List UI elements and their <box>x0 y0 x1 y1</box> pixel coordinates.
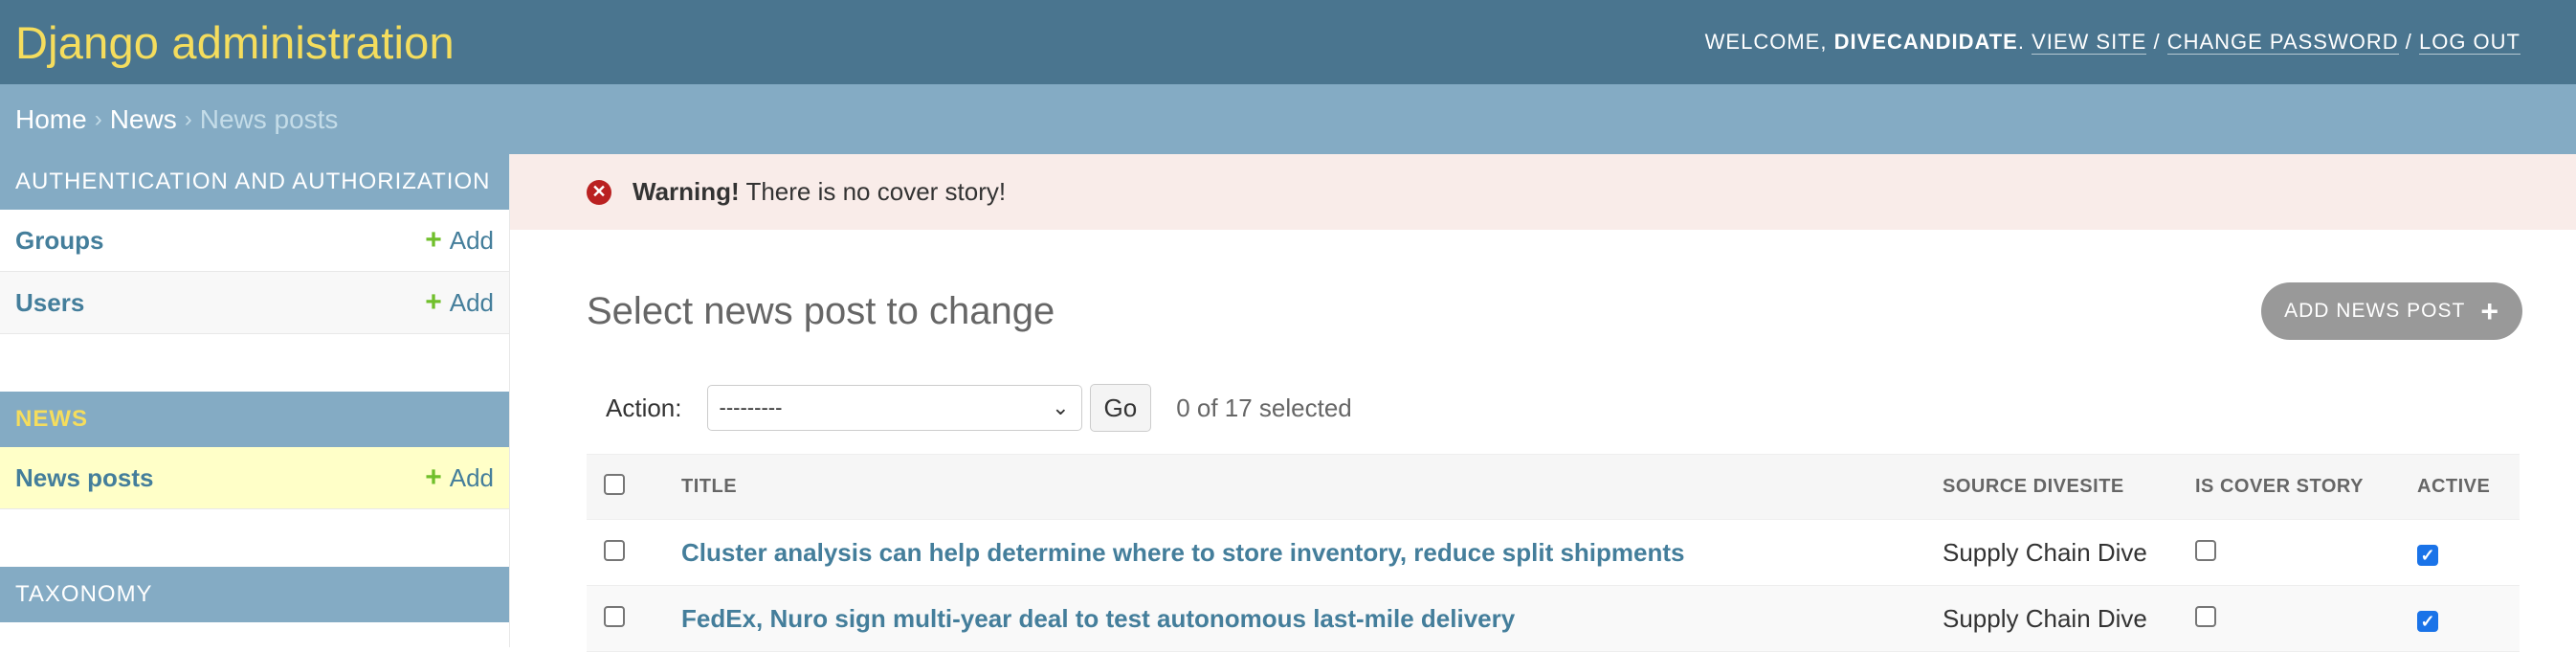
column-source[interactable]: SOURCE DIVESITE <box>1942 454 2194 520</box>
breadcrumb-separator: › <box>184 105 192 132</box>
breadcrumb: Home › News › News posts <box>0 84 2576 154</box>
warning-message: ✕ Warning! There is no cover story! <box>510 154 2576 230</box>
nav-sidebar: AUTHENTICATION AND AUTHORIZATION Groups … <box>0 154 510 647</box>
add-news-post-label: ADD NEWS POST <box>2284 300 2466 322</box>
main: AUTHENTICATION AND AUTHORIZATION Groups … <box>0 154 2576 652</box>
warning-text: There is no cover story! <box>739 177 1007 206</box>
news-posts-link[interactable]: News posts <box>15 463 154 493</box>
column-title[interactable]: TITLE <box>681 454 1942 520</box>
cover-story-checkbox <box>2195 539 2216 561</box>
change-password-link[interactable]: CHANGE PASSWORD <box>2166 30 2399 55</box>
title-cell: Cluster analysis can help determine wher… <box>681 519 1942 586</box>
action-select[interactable]: --------- ⌄ <box>706 385 1082 431</box>
plus-icon: + <box>425 224 442 256</box>
table-row: FedEx, Nuro sign multi-year deal to test… <box>587 585 2520 652</box>
table-header-row: TITLE SOURCE DIVESITE IS COVER STORY ACT… <box>587 454 2520 520</box>
title-cell: FedEx, Nuro sign multi-year deal to test… <box>681 585 1942 652</box>
news-post-link[interactable]: FedEx, Nuro sign multi-year deal to test… <box>681 604 1515 633</box>
row-select-cell <box>587 519 681 586</box>
sidebar-item-users: Users + Add <box>0 272 509 334</box>
sidebar-item-news-posts: News posts + Add <box>0 447 509 509</box>
site-name-link[interactable]: Django administration <box>15 16 455 69</box>
content: ✕ Warning! There is no cover story! Sele… <box>510 154 2576 652</box>
active-cell: ✓ <box>2416 585 2520 652</box>
plus-icon: + <box>425 461 442 493</box>
breadcrumb-current: News posts <box>199 103 339 134</box>
page-title: Select news post to change <box>587 289 1055 332</box>
breadcrumb-news[interactable]: News <box>110 104 177 135</box>
username: DIVECANDIDATE <box>1833 30 2018 54</box>
select-all-header <box>587 454 681 520</box>
warning-bold: Warning! <box>633 177 740 206</box>
chevron-down-icon: ⌄ <box>1052 395 1070 419</box>
add-label: Add <box>449 287 494 317</box>
selection-counter: 0 of 17 selected <box>1176 393 1352 422</box>
cover-story-checkbox <box>2195 605 2216 627</box>
action-label: Action: <box>606 393 682 422</box>
plus-icon: + <box>2480 294 2499 328</box>
sidebar-item-groups: Groups + Add <box>0 210 509 272</box>
add-label: Add <box>449 462 494 492</box>
module-caption-news[interactable]: NEWS <box>0 392 509 447</box>
add-label: Add <box>449 225 494 255</box>
page-head: Select news post to change ADD NEWS POST… <box>510 230 2576 393</box>
log-out-link[interactable]: LOG OUT <box>2418 30 2520 55</box>
breadcrumb-home[interactable]: Home <box>15 104 87 135</box>
groups-link[interactable]: Groups <box>15 226 103 256</box>
action-selected-value: --------- <box>719 395 783 419</box>
source-cell: Supply Chain Dive <box>1942 585 2194 652</box>
groups-add-link[interactable]: + Add <box>425 226 494 256</box>
users-add-link[interactable]: + Add <box>425 288 494 318</box>
row-select-cell <box>587 585 681 652</box>
welcome-text: WELCOME, <box>1704 30 1828 54</box>
column-active[interactable]: ACTIVE <box>2416 454 2520 520</box>
row-select-checkbox[interactable] <box>604 605 625 627</box>
header: Django administration WELCOME, DIVECANDI… <box>0 0 2576 84</box>
view-site-link[interactable]: VIEW SITE <box>2032 30 2147 55</box>
select-all-checkbox[interactable] <box>604 473 625 495</box>
user-tools: WELCOME, DIVECANDIDATE. VIEW SITE / CHAN… <box>1704 30 2520 55</box>
cover-cell <box>2194 585 2416 652</box>
error-icon: ✕ <box>587 179 611 205</box>
row-select-checkbox[interactable] <box>604 539 625 561</box>
module-caption-taxonomy[interactable]: TAXONOMY <box>0 567 509 622</box>
breadcrumb-separator: › <box>94 105 102 132</box>
actions-bar: Action: --------- ⌄ Go 0 of 17 selected <box>587 381 2576 435</box>
module-caption-auth[interactable]: AUTHENTICATION AND AUTHORIZATION <box>0 154 509 210</box>
column-cover[interactable]: IS COVER STORY <box>2194 454 2416 520</box>
cover-cell <box>2194 519 2416 586</box>
users-link[interactable]: Users <box>15 288 84 318</box>
active-cell: ✓ <box>2416 519 2520 586</box>
active-checkbox: ✓ <box>2417 610 2438 632</box>
table-row: Cluster analysis can help determine wher… <box>587 519 2520 586</box>
plus-icon: + <box>425 286 442 318</box>
active-checkbox: ✓ <box>2417 544 2438 566</box>
go-button[interactable]: Go <box>1089 384 1152 432</box>
add-news-post-button[interactable]: ADD NEWS POST + <box>2261 282 2522 340</box>
news-post-link[interactable]: Cluster analysis can help determine wher… <box>681 538 1685 567</box>
source-cell: Supply Chain Dive <box>1942 519 2194 586</box>
news-posts-add-link[interactable]: + Add <box>425 463 494 493</box>
result-list: TITLE SOURCE DIVESITE IS COVER STORY ACT… <box>587 454 2520 652</box>
